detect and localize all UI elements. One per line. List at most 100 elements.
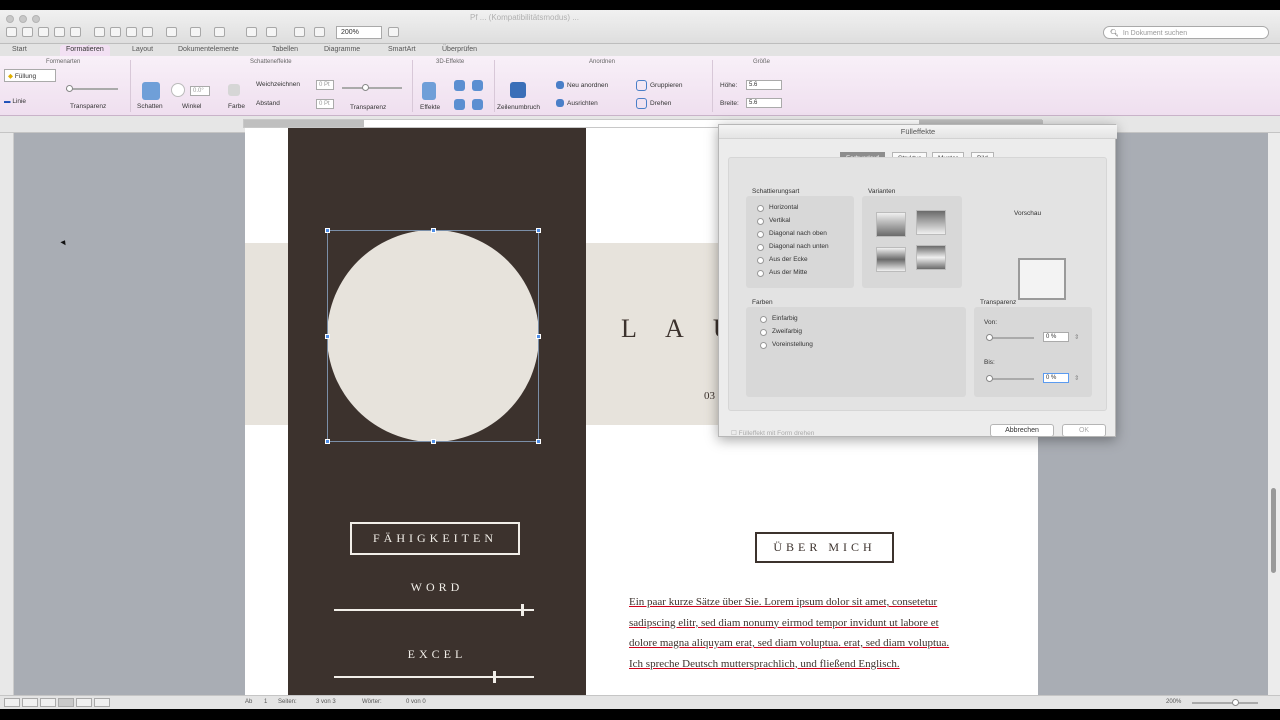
- 3d-effects-icon[interactable]: [422, 82, 436, 100]
- tilt-right-icon[interactable]: [472, 99, 483, 110]
- cut-icon[interactable]: [94, 27, 105, 37]
- gradient-variant[interactable]: [876, 212, 906, 237]
- toolbox-icon[interactable]: [266, 27, 277, 37]
- tilt-up-icon[interactable]: [454, 80, 465, 91]
- to-slider[interactable]: [986, 375, 1034, 382]
- resize-handle[interactable]: [431, 228, 436, 233]
- rotate-label[interactable]: Drehen: [650, 100, 671, 107]
- radio-horizontal[interactable]: [757, 205, 764, 212]
- zoom-select[interactable]: 200%: [336, 26, 382, 39]
- width-field[interactable]: 5.6: [746, 98, 782, 108]
- cancel-button[interactable]: Abbrechen: [990, 424, 1054, 437]
- ok-button[interactable]: OK: [1062, 424, 1106, 437]
- reorder-icon[interactable]: [556, 81, 564, 89]
- from-slider[interactable]: [986, 334, 1034, 341]
- radio-voreinstellung[interactable]: [760, 342, 767, 349]
- tilt-left-icon[interactable]: [454, 99, 465, 110]
- templates-icon[interactable]: [22, 27, 33, 37]
- zoom-slider[interactable]: [1192, 699, 1258, 706]
- tab-ueberpruefen[interactable]: Überprüfen: [442, 45, 477, 56]
- view-publishing-button[interactable]: [40, 698, 56, 707]
- media-browser-icon[interactable]: [294, 27, 305, 37]
- blur-slider[interactable]: [342, 84, 402, 91]
- tab-diagramme[interactable]: Diagramme: [324, 45, 360, 56]
- shadow-icon[interactable]: [142, 82, 160, 100]
- fill-transparency-slider[interactable]: [66, 85, 118, 92]
- height-field[interactable]: 5.6: [746, 80, 782, 90]
- shadow-color-icon[interactable]: [228, 84, 240, 96]
- gradient-variant[interactable]: [876, 247, 906, 272]
- from-stepper[interactable]: ⇕: [1074, 333, 1079, 341]
- format-painter-icon[interactable]: [142, 27, 153, 37]
- resize-handle[interactable]: [431, 439, 436, 444]
- line-dropdown[interactable]: ▬ Linie: [4, 98, 26, 105]
- new-document-icon[interactable]: [6, 27, 17, 37]
- wrap-text-icon[interactable]: [510, 82, 526, 98]
- undo-icon[interactable]: [166, 27, 177, 37]
- view-focus-button[interactable]: [94, 698, 110, 707]
- tab-formatieren[interactable]: Formatieren: [60, 45, 110, 56]
- blur-field[interactable]: 0 Pt: [316, 80, 334, 90]
- zoom-window-button[interactable]: [32, 15, 40, 23]
- align-icon[interactable]: [556, 99, 564, 107]
- to-stepper[interactable]: ⇕: [1074, 374, 1079, 382]
- rotate-with-shape-checkbox[interactable]: ☐ Fülleffekt mit Form drehen: [731, 429, 814, 437]
- shading-option[interactable]: Diagonal nach oben: [769, 230, 827, 237]
- group-label[interactable]: Gruppieren: [650, 82, 683, 89]
- view-draft-button[interactable]: [4, 698, 20, 707]
- help-icon[interactable]: [388, 27, 399, 37]
- minimize-window-button[interactable]: [19, 15, 27, 23]
- color-option[interactable]: Voreinstellung: [772, 341, 813, 348]
- tab-tabellen[interactable]: Tabellen: [272, 45, 298, 56]
- scroll-thumb[interactable]: [1271, 488, 1276, 573]
- radio-vertikal[interactable]: [757, 218, 764, 225]
- color-option[interactable]: Zweifarbig: [772, 328, 802, 335]
- resize-handle[interactable]: [536, 334, 541, 339]
- fill-dropdown[interactable]: ◆ Füllung: [4, 69, 56, 82]
- resize-handle[interactable]: [325, 439, 330, 444]
- pilcrow-icon[interactable]: [246, 27, 257, 37]
- rotate-icon[interactable]: [636, 98, 647, 109]
- shading-option[interactable]: Diagonal nach unten: [769, 243, 829, 250]
- tab-layout[interactable]: Layout: [132, 45, 153, 56]
- view-print-layout-button[interactable]: [58, 698, 74, 707]
- reorder-label[interactable]: Neu anordnen: [567, 82, 608, 89]
- align-label[interactable]: Ausrichten: [567, 100, 598, 107]
- gradient-variant[interactable]: [916, 210, 946, 235]
- shading-option[interactable]: Vertikal: [769, 217, 790, 224]
- tilt-down-icon[interactable]: [472, 80, 483, 91]
- resize-handle[interactable]: [536, 228, 541, 233]
- resize-handle[interactable]: [325, 228, 330, 233]
- shading-option[interactable]: Aus der Mitte: [769, 269, 807, 276]
- resize-handle[interactable]: [325, 334, 330, 339]
- radio-zweifarbig[interactable]: [760, 329, 767, 336]
- group-icon[interactable]: [636, 80, 647, 91]
- vertical-ruler[interactable]: [0, 133, 14, 695]
- distance-field[interactable]: 0 Pt: [316, 99, 334, 109]
- tab-start[interactable]: Start: [12, 45, 27, 56]
- shading-option[interactable]: Aus der Ecke: [769, 256, 808, 263]
- save-icon[interactable]: [54, 27, 65, 37]
- open-icon[interactable]: [38, 27, 49, 37]
- shading-option[interactable]: Horizontal: [769, 204, 798, 211]
- tab-dokumentelemente[interactable]: Dokumentelemente: [178, 45, 239, 56]
- radio-diagonal-down[interactable]: [757, 244, 764, 251]
- vertical-scrollbar[interactable]: [1268, 133, 1280, 695]
- gradient-variant[interactable]: [916, 245, 946, 270]
- gallery-icon[interactable]: [314, 27, 325, 37]
- radio-center[interactable]: [757, 270, 764, 277]
- view-notebook-button[interactable]: [76, 698, 92, 707]
- radio-diagonal-up[interactable]: [757, 231, 764, 238]
- print-icon[interactable]: [70, 27, 81, 37]
- from-field[interactable]: 0 %: [1043, 332, 1069, 342]
- close-window-button[interactable]: [6, 15, 14, 23]
- search-input[interactable]: 🔍︎ In Dokument suchen: [1103, 26, 1269, 39]
- radio-einfarbig[interactable]: [760, 316, 767, 323]
- radio-corner[interactable]: [757, 257, 764, 264]
- redo-icon[interactable]: [190, 27, 201, 37]
- tab-smartart[interactable]: SmartArt: [388, 45, 416, 56]
- view-outline-button[interactable]: [22, 698, 38, 707]
- paste-icon[interactable]: [126, 27, 137, 37]
- sidebar-icon[interactable]: [214, 27, 225, 37]
- copy-icon[interactable]: [110, 27, 121, 37]
